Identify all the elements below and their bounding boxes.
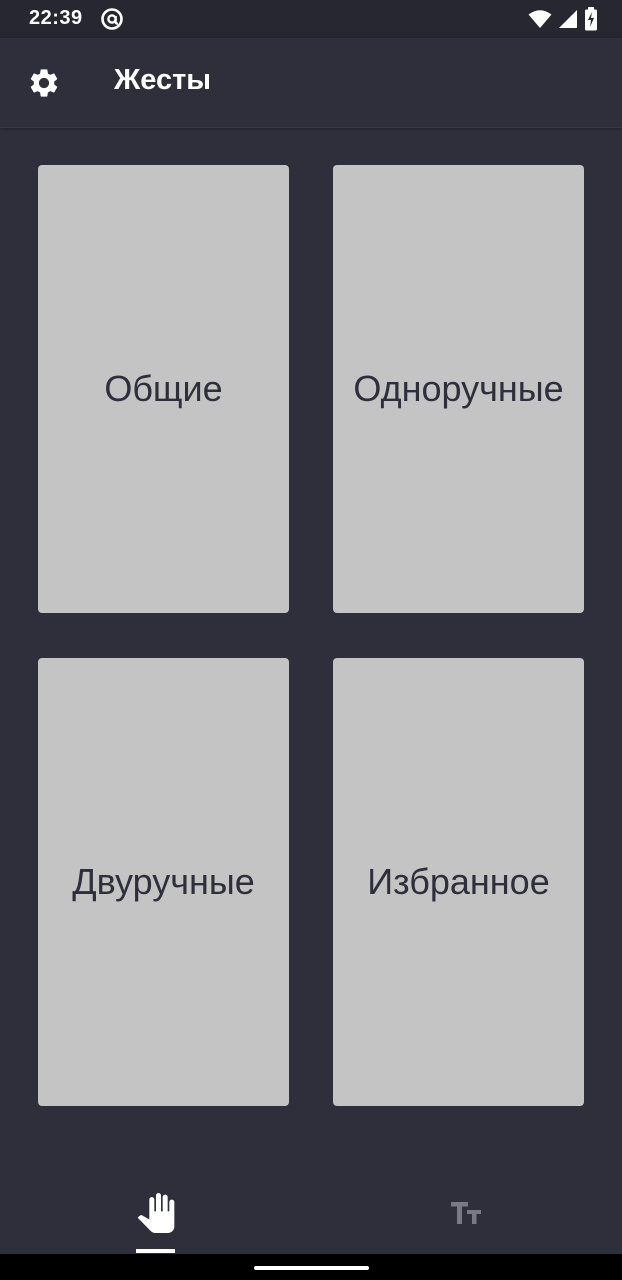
wifi-icon [528, 10, 552, 28]
category-card-label: Общие [104, 368, 223, 409]
nav-active-indicator [136, 1249, 175, 1253]
system-navigation-bar [0, 1254, 622, 1280]
category-card-label: Одноручные [353, 368, 564, 409]
category-card-label: Избранное [367, 861, 550, 902]
home-gesture-handle[interactable] [254, 1266, 369, 1270]
settings-button[interactable] [22, 61, 66, 105]
battery-charging-icon [585, 7, 597, 31]
signal-icon [559, 10, 577, 28]
status-bar: 22:39 [0, 0, 622, 38]
hand-icon [137, 1193, 174, 1233]
category-card-favorites[interactable]: Избранное [333, 658, 584, 1106]
at-sign-icon [101, 8, 123, 30]
gear-icon [30, 69, 58, 97]
nav-tab-text[interactable] [311, 1172, 622, 1254]
status-icons [528, 7, 598, 31]
screen: 22:39 Жесты Общие Одноручные Двуручные И… [0, 0, 622, 1280]
category-card-label: Двуручные [72, 861, 255, 902]
category-card-one-handed[interactable]: Одноручные [333, 165, 584, 613]
category-card-two-handed[interactable]: Двуручные [38, 658, 289, 1106]
category-card-general[interactable]: Общие [38, 165, 289, 613]
text-size-icon [450, 1202, 481, 1224]
status-time: 22:39 [29, 7, 83, 29]
nav-tab-gestures[interactable] [0, 1172, 311, 1254]
app-bar: Жесты [0, 38, 622, 128]
bottom-navigation [0, 1172, 622, 1254]
page-title: Жесты [114, 64, 212, 96]
